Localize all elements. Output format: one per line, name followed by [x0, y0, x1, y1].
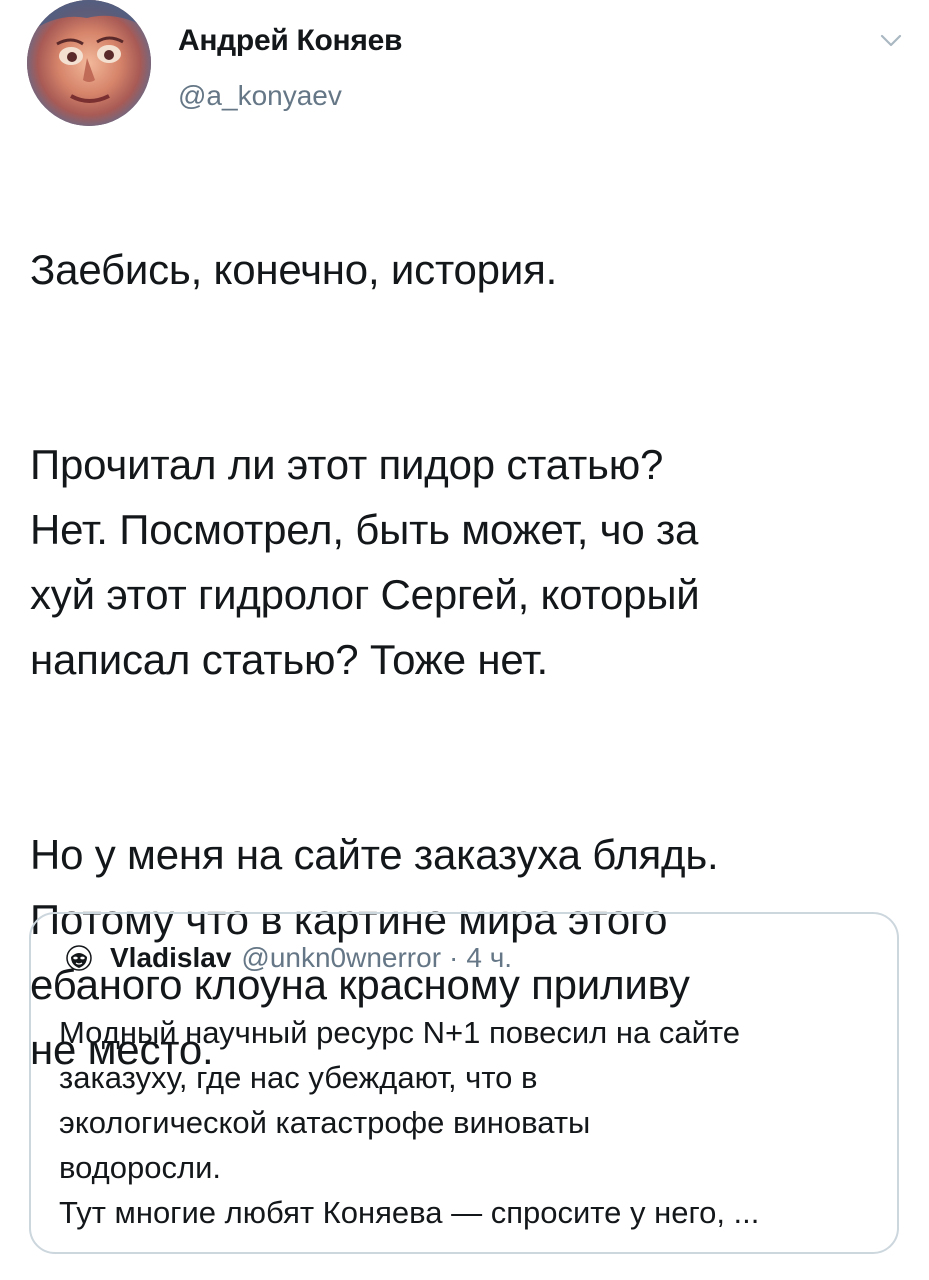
author-name[interactable]: Андрей Коняев [178, 24, 402, 58]
quoted-tweet-text: Модный научный ресурс N+1 повесил на сай… [59, 1015, 760, 1230]
chevron-down-icon[interactable] [879, 28, 903, 52]
tweet-paragraph: Заебись, конечно, история. [30, 246, 558, 293]
author-handle[interactable]: @a_konyaev [178, 80, 342, 112]
author-avatar[interactable] [27, 0, 151, 126]
quoted-author-handle[interactable]: @unkn0wnerror [241, 942, 441, 974]
separator-dot: · [449, 942, 459, 973]
quoted-author-name[interactable]: Vladislav [110, 942, 231, 974]
quoted-tweet-header: Vladislav @unkn0wnerror · 4 ч. [66, 942, 512, 974]
anonymous-mask-icon [66, 945, 92, 971]
quoted-tweet-card[interactable]: Vladislav @unkn0wnerror · 4 ч. Модный на… [29, 912, 899, 1254]
quoted-timestamp[interactable]: 4 ч. [466, 942, 512, 974]
tweet-header: Андрей Коняев @a_konyaev [0, 0, 929, 140]
tweet-paragraph: Прочитал ли этот пидор статью? Нет. Посм… [30, 441, 700, 683]
